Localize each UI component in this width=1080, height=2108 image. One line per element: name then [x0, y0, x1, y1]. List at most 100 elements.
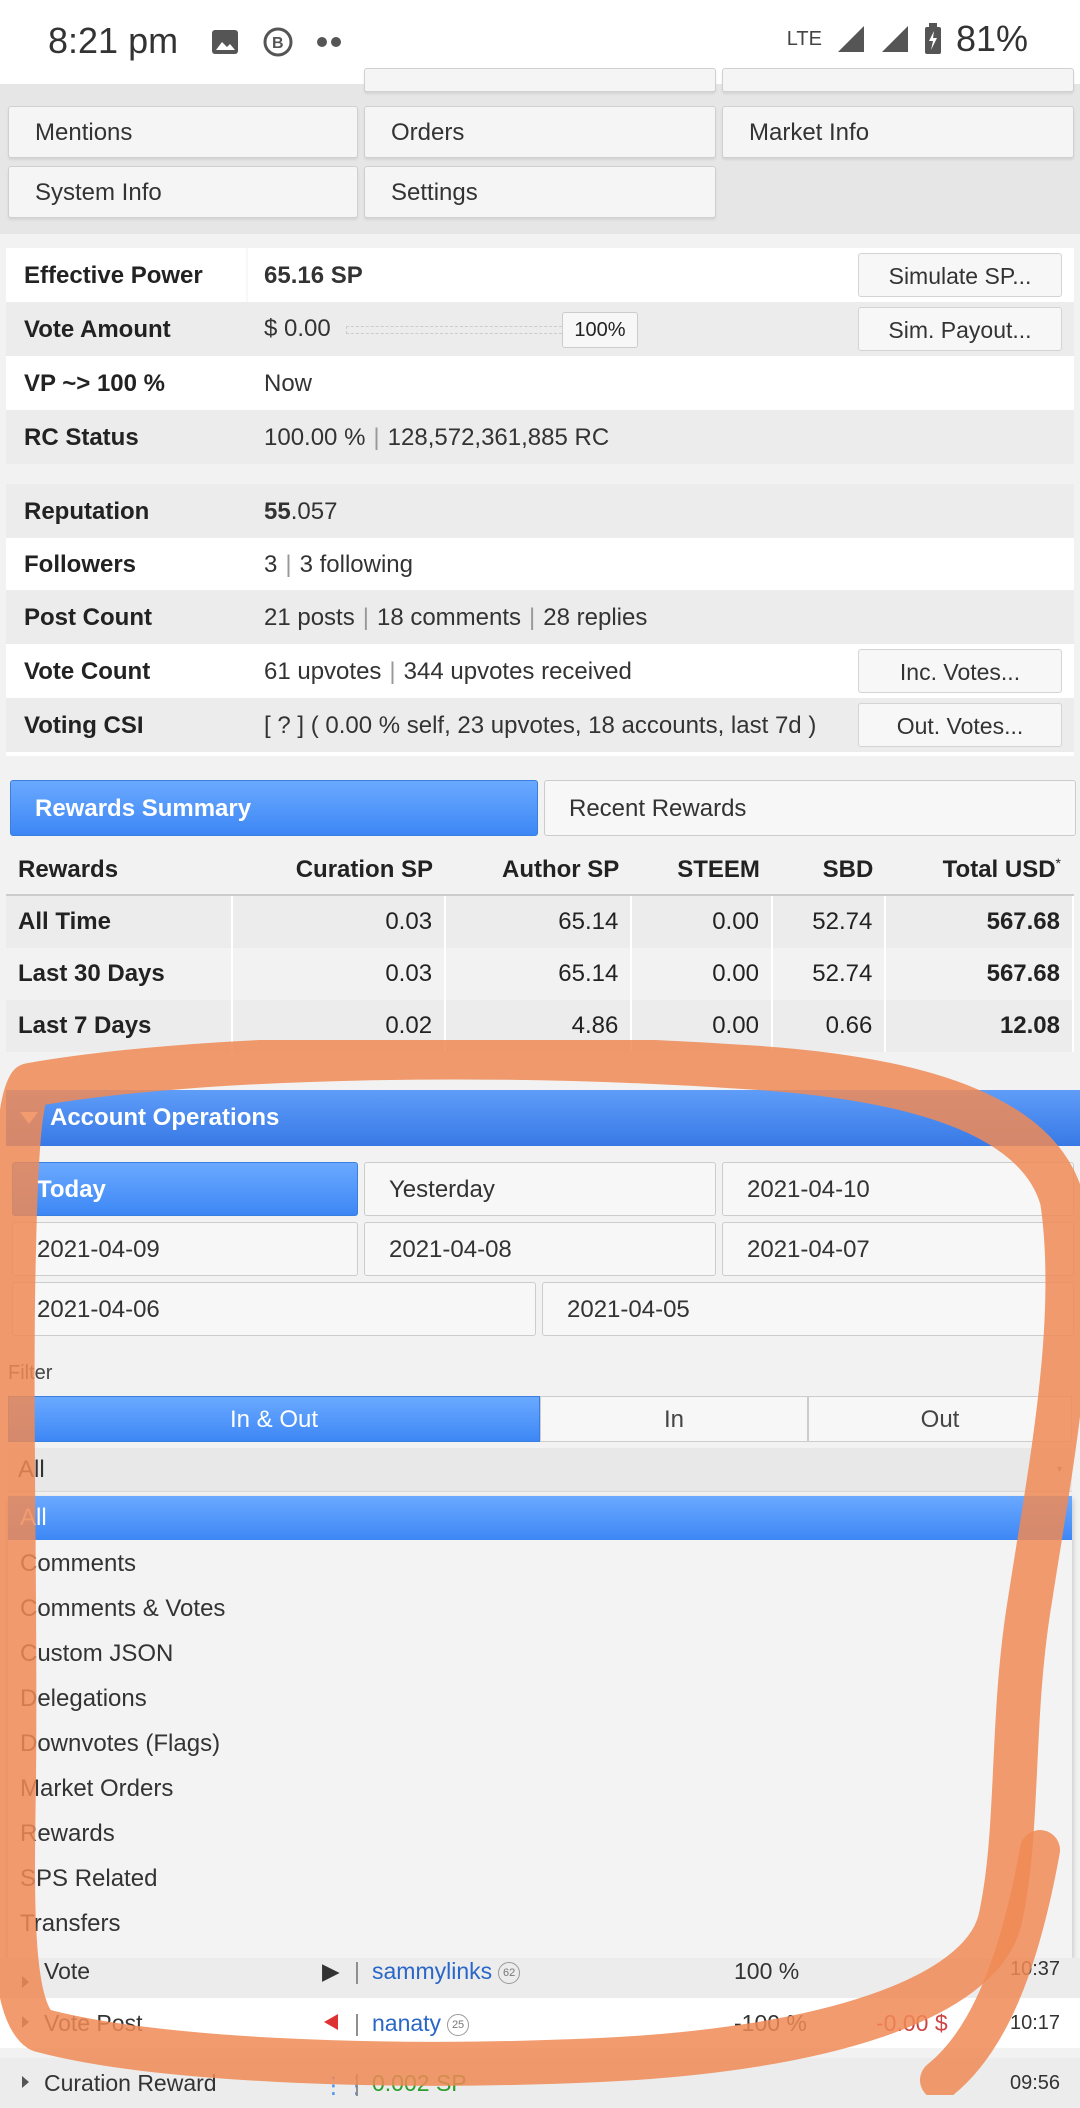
chevron-down-icon: ▾	[1056, 1464, 1062, 1475]
post-count-comments: 18 comments	[376, 604, 522, 631]
col-sbd: SBD	[771, 845, 886, 896]
date-button[interactable]: 2021-04-10	[722, 1162, 1074, 1216]
operation-type: Curation Reward	[44, 2070, 217, 2096]
account-stats-panel: Reputation 55.057 Followers 3 | 3 followin…	[6, 484, 1074, 756]
vote-weight-slider-track[interactable]	[346, 326, 572, 334]
col-total-usd: Total USD*	[885, 845, 1073, 896]
rewards-table: Rewards Curation SP Author SP STEEM SBD …	[6, 845, 1074, 1052]
network-label: LTE	[786, 27, 822, 50]
status-time: 8:21 pm	[48, 20, 179, 61]
rc-percent: 100.00 %	[264, 424, 366, 451]
operation-time: 09:56	[1010, 2072, 1061, 2094]
operation-reward-amount: 0.002 SP	[372, 2070, 467, 2096]
col-rewards: Rewards	[6, 845, 233, 896]
power-panel: Effective Power 65.16 SP Simulate SP... …	[6, 248, 1074, 464]
nav-partial-button[interactable]	[364, 68, 716, 92]
date-yesterday-button[interactable]: Yesterday	[364, 1162, 716, 1216]
downvote-flag-icon	[324, 2014, 338, 2030]
date-button[interactable]: 2021-04-07	[722, 1222, 1074, 1276]
vote-count-upvotes: 61 upvotes	[264, 658, 382, 685]
signal-icon	[837, 26, 864, 52]
sim-payout-button[interactable]: Sim. Payout...	[858, 307, 1062, 351]
post-count-row: Post Count 21 posts | 18 comments | 28 repli…	[6, 590, 1074, 644]
post-count-label: Post Count	[24, 604, 152, 631]
nav-market-info[interactable]: Market Info	[722, 106, 1074, 158]
operation-type: Vote Post	[44, 2010, 143, 2036]
rewards-tabs: Rewards Summary Recent Rewards	[6, 780, 1076, 838]
operation-type: Vote	[44, 1958, 91, 1984]
simulate-sp-button[interactable]: Simulate SP...	[858, 253, 1062, 297]
reputation-badge: 62	[498, 1961, 521, 1984]
rewards-header-row: Rewards Curation SP Author SP STEEM SBD …	[6, 845, 1073, 896]
operation-row[interactable]: Vote Post | nanaty 25 -100 % -0.00 $ 10:1…	[0, 1998, 1080, 2048]
expand-arrow-icon	[22, 2016, 29, 2028]
vote-count-received: 344 upvotes received	[403, 658, 632, 685]
option-custom-json[interactable]: Custom JSON	[8, 1632, 1072, 1676]
voting-csi-label: Voting CSI	[24, 712, 144, 739]
collapse-triangle-icon	[20, 1112, 38, 1124]
vote-weight-slider-handle[interactable]: 100%	[562, 312, 638, 348]
operation-type-select[interactable]: All ▾	[8, 1448, 1072, 1492]
rc-label: RC Status	[24, 424, 139, 451]
operation-type-dropdown: All Comments Comments & Votes Custom JSO…	[8, 1496, 1072, 1958]
option-downvotes[interactable]: Downvotes (Flags)	[8, 1722, 1072, 1766]
operation-time: 10:17	[1010, 2012, 1061, 2034]
option-sps-related[interactable]: SPS Related	[8, 1857, 1072, 1901]
operation-percent: 100 %	[734, 1958, 800, 1984]
operation-amount: -0.00 $	[876, 2010, 948, 2036]
table-row: Last 7 Days 0.02 4.86 0.00 0.66 12.08	[6, 1000, 1074, 1052]
account-operations-title: Account Operations	[50, 1104, 280, 1131]
nav-grid: Mentions Orders Market Info System Info …	[0, 68, 1080, 234]
b-badge-icon: B	[263, 27, 293, 57]
tab-recent-rewards[interactable]: Recent Rewards	[544, 780, 1076, 836]
option-delegations[interactable]: Delegations	[8, 1677, 1072, 1721]
filter-out-tab[interactable]: Out	[808, 1396, 1072, 1442]
voting-csi-value: [ ? ] ( 0.00 % self, 23 upvotes, 18 acco…	[264, 712, 817, 739]
rc-amount: 128,572,361,885 RC	[387, 424, 610, 451]
date-button[interactable]: 2021-04-09	[12, 1222, 358, 1276]
option-comments[interactable]: Comments	[8, 1542, 1072, 1586]
operation-percent: -100 %	[734, 2010, 807, 2036]
filter-in-tab[interactable]: In	[540, 1396, 808, 1442]
date-button[interactable]: 2021-04-06	[12, 1282, 536, 1336]
vote-amount-label: Vote Amount	[24, 316, 171, 343]
signal-icon-2	[881, 26, 908, 52]
vote-amount-row: Vote Amount $ 0.00 100% Sim. Payout...	[6, 302, 1074, 356]
more-dots-icon	[317, 37, 341, 47]
battery-icon	[924, 23, 941, 54]
followers-row: Followers 3 | 3 following	[24, 551, 413, 578]
date-button[interactable]: 2021-04-05	[542, 1282, 1074, 1336]
reputation-label: Reputation	[24, 498, 150, 525]
nav-settings[interactable]: Settings	[364, 166, 716, 218]
voting-csi-row: Voting CSI [ ? ] ( 0.00 % self, 23 upvot…	[6, 698, 1074, 752]
col-curation-sp: Curation SP	[232, 845, 446, 896]
out-votes-button[interactable]: Out. Votes...	[858, 703, 1062, 747]
operation-type-selected: All	[18, 1456, 45, 1483]
operation-row[interactable]: Curation Reward ⋮⋮ | 0.002 SP 09:56	[0, 2058, 1080, 2108]
operation-time: 10:37	[1010, 1958, 1061, 1980]
inc-votes-button[interactable]: Inc. Votes...	[858, 649, 1062, 693]
col-steem: STEEM	[631, 845, 772, 896]
tab-rewards-summary[interactable]: Rewards Summary	[10, 780, 538, 836]
reputation-badge: 25	[447, 2013, 470, 2036]
nav-orders[interactable]: Orders	[364, 106, 716, 158]
expand-arrow-icon	[22, 2076, 29, 2088]
option-comments-votes[interactable]: Comments & Votes	[8, 1587, 1072, 1631]
option-all[interactable]: All	[8, 1496, 1072, 1540]
vote-play-icon: ▶	[322, 1958, 340, 1984]
rc-row: RC Status 100.00 % | 128,572,361,885 RC	[6, 410, 1074, 464]
account-operations-header[interactable]: Account Operations	[6, 1090, 1080, 1146]
following-count: 3 following	[299, 551, 413, 578]
nav-partial-button-2[interactable]	[722, 68, 1074, 92]
vote-count-label: Vote Count	[24, 658, 151, 685]
date-button[interactable]: 2021-04-08	[364, 1222, 716, 1276]
option-market-orders[interactable]: Market Orders	[8, 1767, 1072, 1811]
option-rewards[interactable]: Rewards	[8, 1812, 1072, 1856]
filter-in-out-tab[interactable]: In & Out	[8, 1396, 540, 1442]
reputation-dec: .057	[290, 498, 338, 525]
option-transfers[interactable]: Transfers	[8, 1902, 1072, 1946]
expand-arrow-icon	[22, 1976, 29, 1988]
nav-system-info[interactable]: System Info	[8, 166, 358, 218]
nav-mentions[interactable]: Mentions	[8, 106, 358, 158]
date-today-button[interactable]: Today	[12, 1162, 358, 1216]
